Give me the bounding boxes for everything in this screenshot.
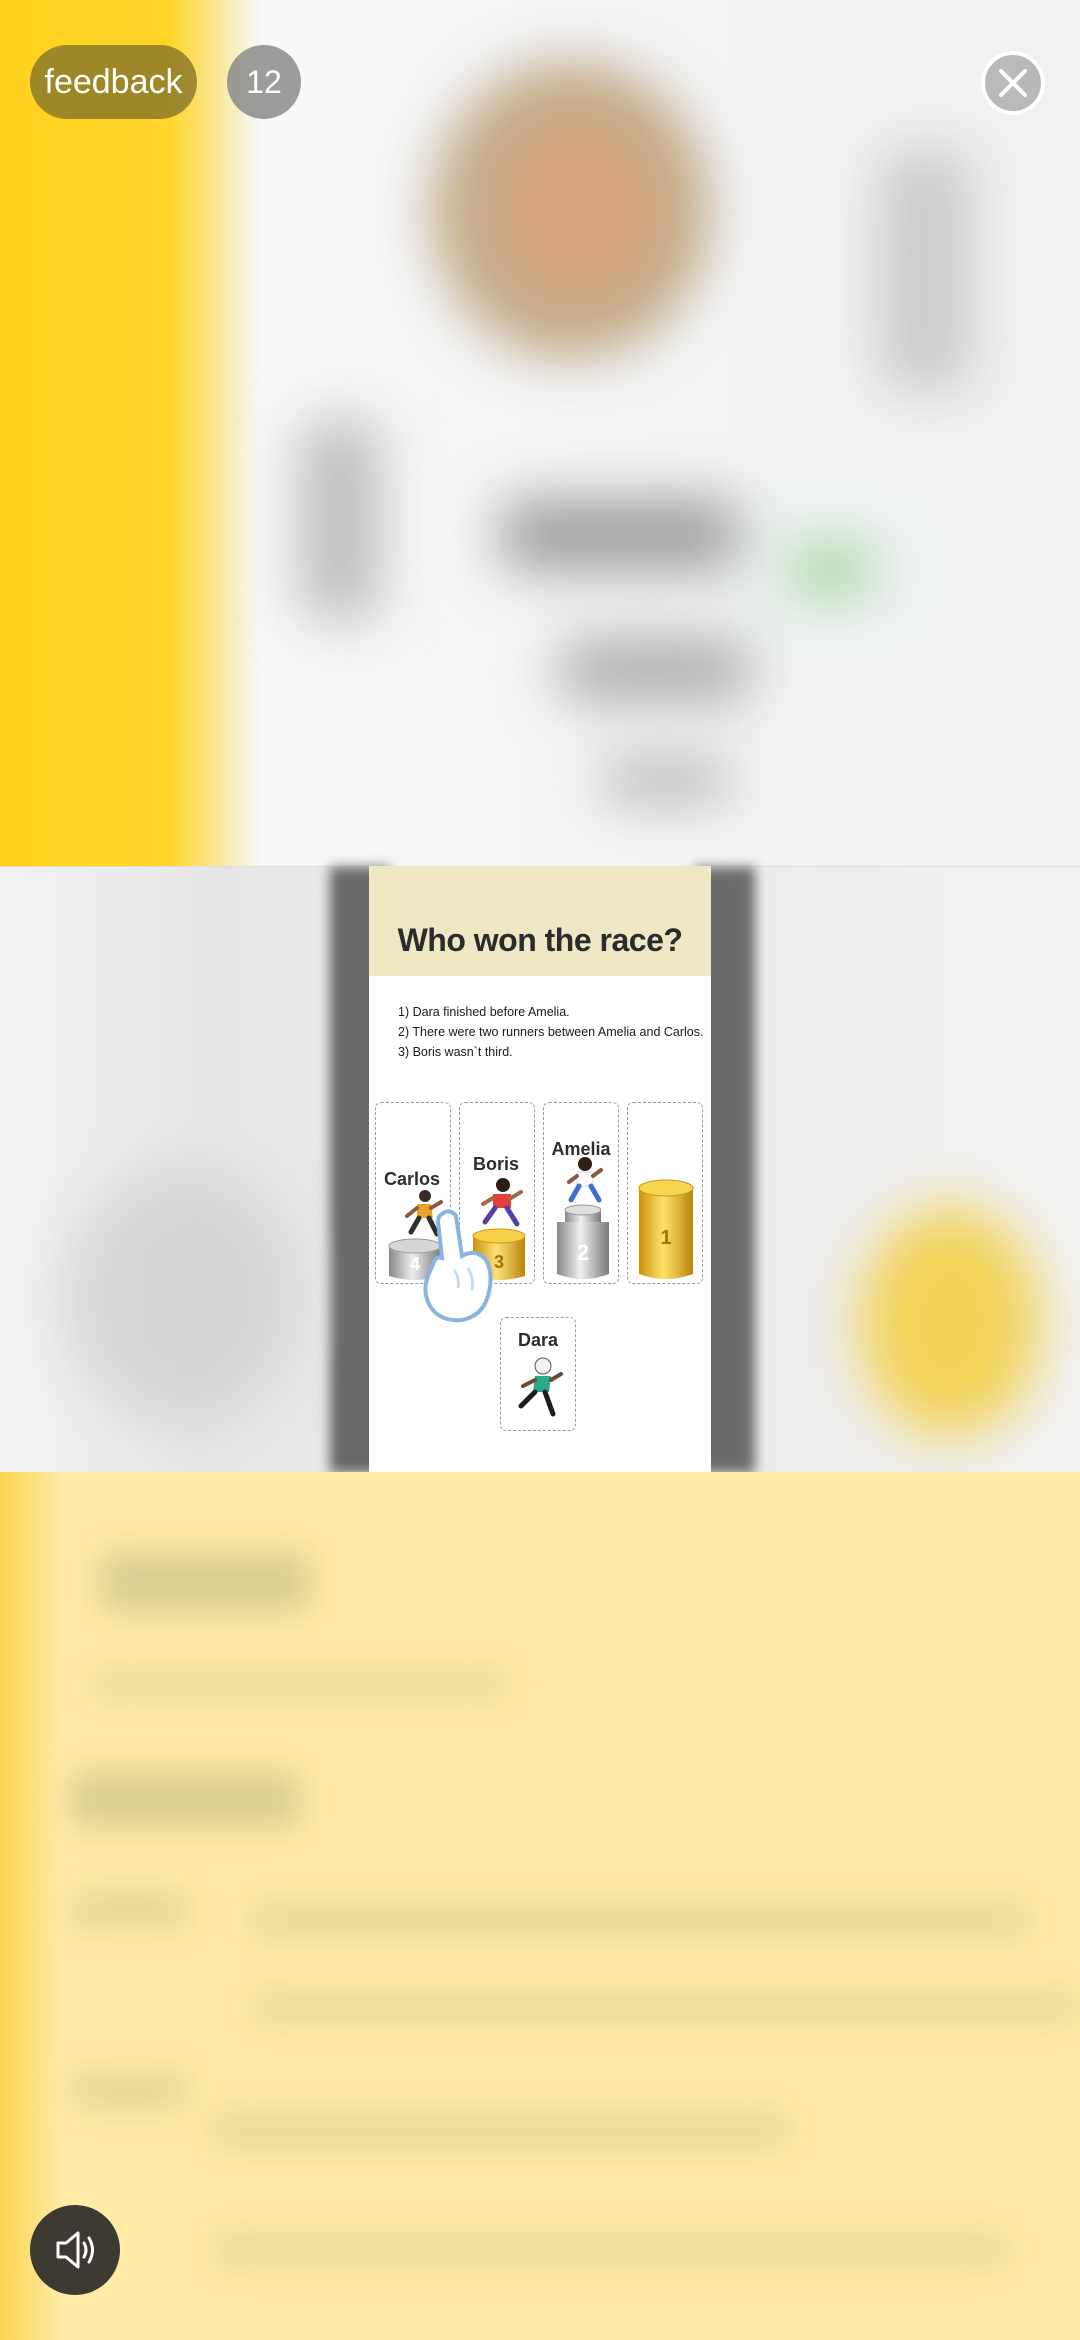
puzzle-title: Who won the race? xyxy=(397,922,683,958)
game-screen: Who won the race? 1) Dara finished befor… xyxy=(0,0,1080,2340)
podium-number: 4 xyxy=(410,1254,420,1274)
close-button[interactable] xyxy=(980,50,1046,116)
blurred-background-bottom xyxy=(0,1472,1080,2340)
pointing-hand-icon xyxy=(423,1209,493,1323)
clue-item: 2) There were two runners between Amelia… xyxy=(398,1025,704,1039)
header-scallop-edge xyxy=(369,966,711,980)
puzzle-card: Who won the race? 1) Dara finished befor… xyxy=(369,866,711,1472)
clue-item: 3) Boris wasn`t third. xyxy=(398,1045,513,1059)
gold-podium: 1 xyxy=(638,1179,694,1279)
runner-name-dara: Dara xyxy=(517,1330,559,1350)
runner-dara-figure xyxy=(518,1357,563,1417)
clue-item: 1) Dara finished before Amelia. xyxy=(398,1005,570,1019)
clue-list: 1) Dara finished before Amelia. 2) There… xyxy=(398,1002,708,1062)
speaker-icon xyxy=(56,2231,94,2269)
feedback-button[interactable]: feedback xyxy=(30,45,197,119)
card-header xyxy=(369,866,711,976)
podium-number: 1 xyxy=(660,1227,671,1249)
silver-podium: 2 xyxy=(557,1204,609,1279)
podium-number: 2 xyxy=(577,1240,589,1265)
close-icon xyxy=(981,51,1045,115)
runner-name-carlos: Carlos xyxy=(383,1169,441,1189)
runner-amelia-figure xyxy=(567,1157,603,1203)
blurred-background-top xyxy=(0,0,1080,866)
question-count-badge: 12 xyxy=(227,45,301,119)
sound-toggle-button[interactable] xyxy=(30,2205,120,2295)
runner-name-boris: Boris xyxy=(472,1154,519,1174)
